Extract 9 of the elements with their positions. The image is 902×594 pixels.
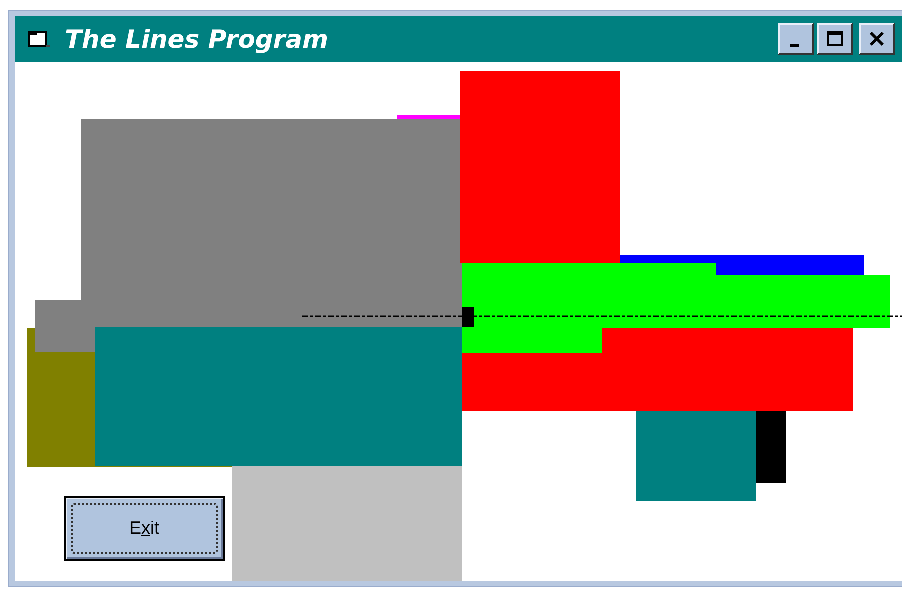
close-button[interactable] bbox=[859, 23, 895, 55]
maximize-button[interactable] bbox=[817, 23, 853, 55]
exit-button[interactable]: Exit bbox=[64, 496, 225, 561]
minimize-icon bbox=[790, 44, 798, 46]
window-title: The Lines Program bbox=[65, 24, 329, 54]
window-icon bbox=[27, 29, 51, 49]
maximize-icon bbox=[826, 30, 844, 48]
minimize-button[interactable] bbox=[778, 23, 814, 55]
close-icon bbox=[868, 30, 886, 48]
